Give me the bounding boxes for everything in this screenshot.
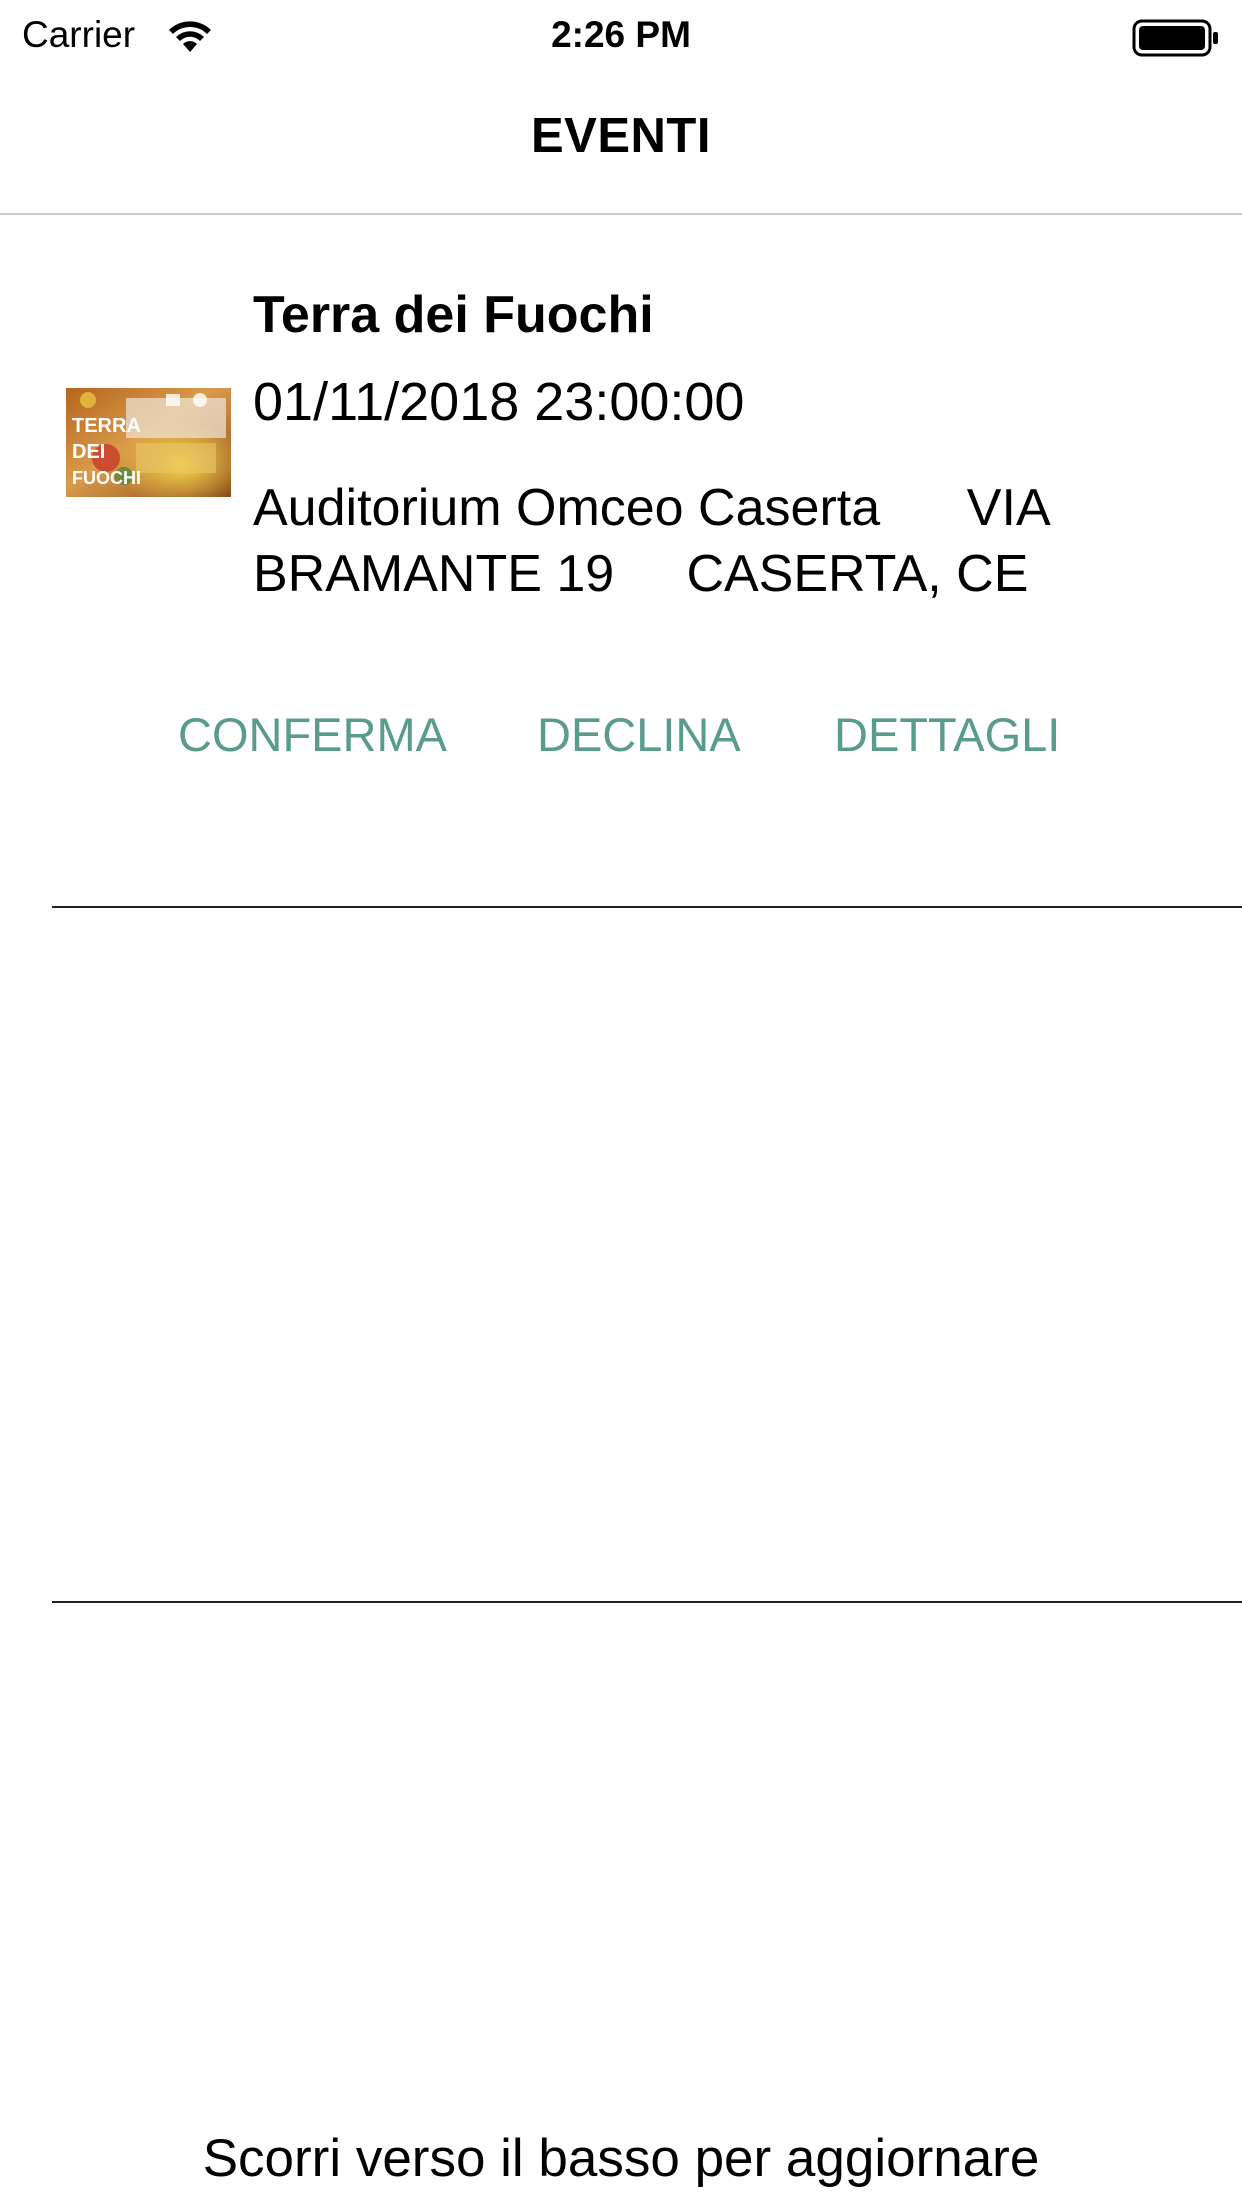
event-datetime: 01/11/2018 23:00:00 (253, 372, 745, 432)
status-time: 2:26 PM (551, 14, 691, 55)
confirm-button[interactable]: CONFERMA (178, 707, 447, 762)
status-bar: Carrier 2:26 PM (0, 0, 1242, 72)
row-divider (52, 1601, 1242, 1603)
event-title: Terra dei Fuochi (253, 286, 654, 344)
pull-to-refresh-hint: Scorri verso il basso per aggiornare (202, 2129, 1040, 2188)
svg-text:FUOCHI: FUOCHI (72, 468, 141, 488)
page-title: EVENTI (531, 109, 711, 163)
battery-icon (1132, 19, 1218, 57)
event-actions: CONFERMA DECLINA DETTAGLI (0, 707, 1242, 777)
svg-text:TERRA: TERRA (72, 415, 141, 437)
svg-text:DEI: DEI (72, 441, 105, 463)
event-location: Auditorium Omceo Caserta VIA BRAMANTE 19… (253, 479, 1063, 603)
event-card[interactable]: TERRA DEI FUOCHI Terra dei Fuochi 01/11/… (0, 215, 1242, 907)
row-divider (52, 906, 1242, 908)
details-button[interactable]: DETTAGLI (834, 707, 1060, 762)
event-thumbnail: TERRA DEI FUOCHI (66, 388, 231, 497)
decline-button[interactable]: DECLINA (537, 707, 741, 762)
